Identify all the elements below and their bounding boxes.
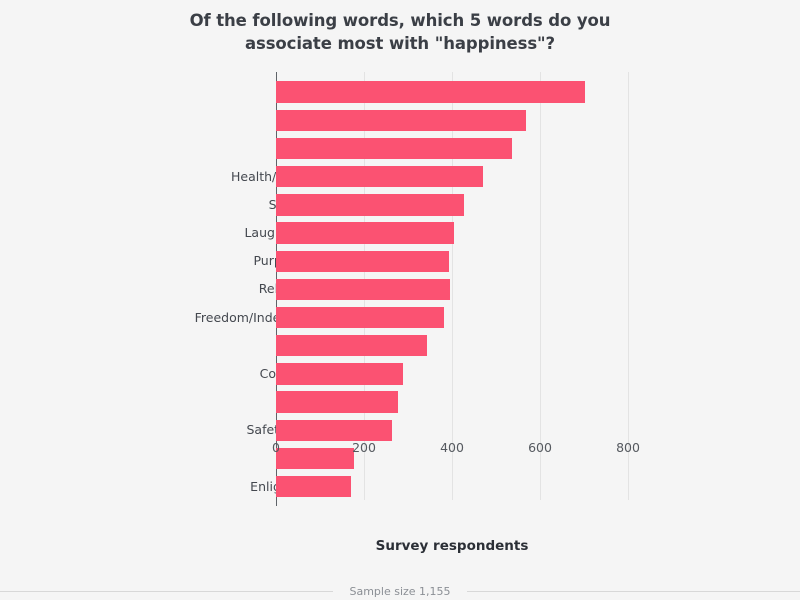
bar-row: Purpose in life: [253, 247, 628, 275]
bar-row: Joy: [276, 134, 628, 162]
bar: [276, 109, 526, 131]
bar: [276, 306, 445, 329]
bar-row: Family: [276, 106, 628, 134]
x-tick-label: 600: [528, 440, 552, 455]
bar: [276, 391, 398, 413]
bar: [276, 194, 464, 216]
gridline-800: [628, 72, 629, 500]
bar-row: Enlightenment: [250, 473, 628, 501]
bar: [276, 363, 404, 385]
bar-row: Relationships: [259, 275, 628, 303]
x-tick-label: 400: [440, 440, 464, 455]
bar-row: Laughter/Cheer: [244, 219, 628, 247]
bar-row: Wealth: [276, 388, 628, 416]
bar-chart: Of the following words, which 5 words do…: [0, 0, 800, 600]
bar: [276, 335, 427, 357]
bar-row: Contentment: [260, 360, 628, 388]
bar: [276, 476, 351, 498]
bar: [276, 81, 585, 103]
bar-row: Freedom/Independence: [195, 304, 628, 332]
x-tick-label: 800: [616, 440, 640, 455]
x-axis-title: Survey respondents: [375, 538, 529, 554]
x-tick-label: 200: [352, 440, 376, 455]
sample-size-note: Sample size 1,155: [349, 584, 451, 598]
chart-footer: Sample size 1,155: [0, 582, 800, 600]
chart-title-line-1: Of the following words, which 5 words do…: [189, 11, 611, 30]
bar-series: LoveFamilyJoyHealth/Well-beingSatisfacti…: [195, 78, 628, 501]
chart-title: Of the following words, which 5 words do…: [150, 9, 650, 55]
chart-title-line-2: associate most with "happiness"?: [244, 34, 556, 53]
bar-row: Pleasure: [276, 332, 628, 360]
x-tick-label: 0: [272, 440, 280, 455]
bar: [276, 419, 392, 442]
bar: [276, 222, 455, 244]
bar: [276, 447, 354, 470]
bar-row: Love: [276, 78, 628, 106]
bar: [276, 278, 451, 301]
bar: [276, 137, 512, 160]
footer-rule-right: [466, 590, 800, 592]
bar-row: Health/Well-being: [231, 163, 628, 191]
footer-rule-left: [0, 590, 334, 592]
bar: [276, 250, 449, 272]
bar-row: Satisfaction: [269, 191, 628, 219]
bar: [276, 165, 483, 188]
